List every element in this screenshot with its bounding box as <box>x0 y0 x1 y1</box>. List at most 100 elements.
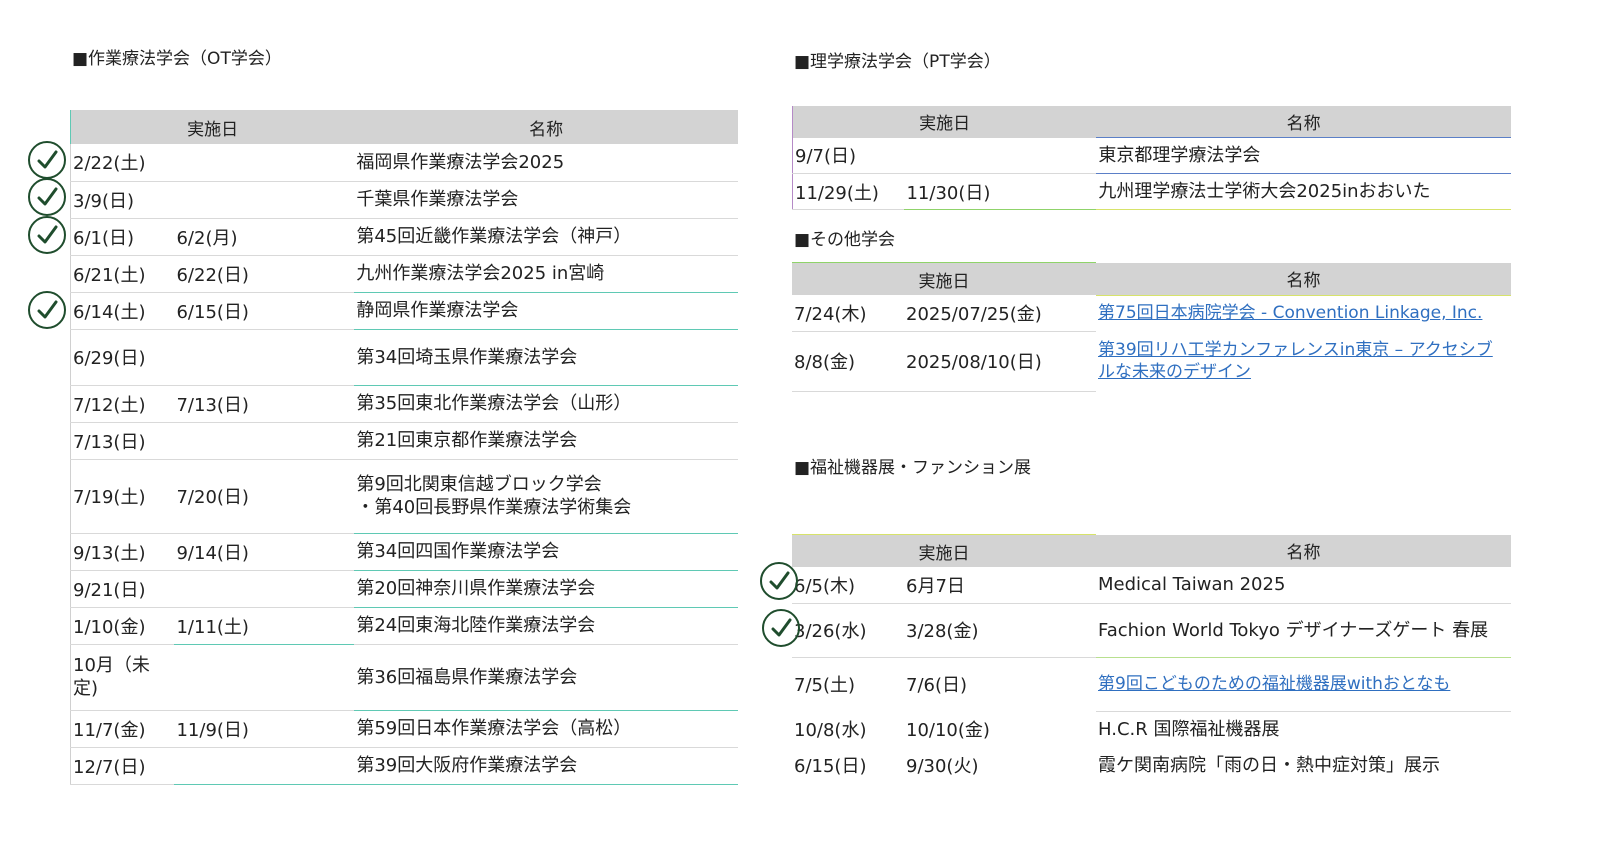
header-name: 名称 <box>354 110 738 144</box>
table-row: 11/29(土) 11/30(日) 九州理学療法士学術大会2025inおおいた <box>792 173 1511 210</box>
table-row: 9/21(日) 第20回神奈川県作業療法学会 <box>70 570 738 608</box>
start-date: 11/7(金) <box>70 710 175 748</box>
end-date <box>174 181 355 219</box>
end-date: 11/30(日) <box>904 173 1097 210</box>
end-date <box>904 137 1097 174</box>
event-name: 第34回埼玉県作業療法学会 <box>354 329 738 386</box>
end-date <box>174 570 355 608</box>
start-date: 7/13(日) <box>70 422 175 460</box>
event-link-line-1[interactable]: 第39回リハ工学カンファレンスin東京 – アクセシブ <box>1098 340 1493 360</box>
event-name: 第9回こどものための福祉機器展withおとなも <box>1096 657 1511 712</box>
header-date: 実施日 <box>792 106 1097 138</box>
end-date <box>174 144 355 182</box>
welfare-table: 実施日 名称 6/5(木) 6月7日 Medical Taiwan 2025 3… <box>792 534 1511 783</box>
start-date: 8/8(金) <box>792 331 904 392</box>
header-name: 名称 <box>1096 262 1511 296</box>
other-section-title: ■その他学会 <box>794 230 896 250</box>
start-date: 6/1(日) <box>70 218 175 256</box>
table-row: 11/7(金) 11/9(日) 第59回日本作業療法学会（高松） <box>70 710 738 748</box>
event-name: 第21回東京都作業療法学会 <box>354 422 738 460</box>
table-row: 9/7(日) 東京都理学療法学会 <box>792 137 1511 174</box>
end-date: 9/14(日) <box>174 533 355 571</box>
event-name-line-2: ・第40回長野県作業療法学術集会 <box>356 497 632 518</box>
welfare-section-title: ■福祉機器展・ファンション展 <box>794 458 1032 478</box>
end-date: 10/10(金) <box>906 720 990 741</box>
table-row: 6/5(木) 6月7日 Medical Taiwan 2025 <box>792 567 1511 604</box>
event-name: 九州理学療法士学術大会2025inおおいた <box>1096 173 1511 210</box>
event-link-line-2[interactable]: ルな未来のデザイン <box>1098 362 1251 382</box>
checkmark-circle-icon <box>760 562 798 600</box>
header-name: 名称 <box>1096 534 1511 567</box>
pt-table: 実施日 名称 9/7(日) 東京都理学療法学会 11/29(土) 11/30(日… <box>792 106 1511 210</box>
end-date: 11/9(日) <box>174 710 355 748</box>
event-name: 第59回日本作業療法学会（高松） <box>354 710 738 748</box>
start-date: 3/9(日) <box>70 181 175 219</box>
start-date: 10/8(水) <box>794 720 867 741</box>
event-name: Fachion World Tokyo デザイナーズゲート 春展 <box>1096 603 1511 658</box>
table-row: 10/8(水) 10/10(金) H.C.R 国際福祉機器展 <box>792 711 1511 747</box>
event-name: 第24回東海北陸作業療法学会 <box>354 607 738 645</box>
end-date: 1/11(土) <box>174 607 355 645</box>
event-name: 第45回近畿作業療法学会（神戸） <box>354 218 738 256</box>
event-name-line-1: 第9回北関東信越ブロック学会 <box>356 474 602 495</box>
table-row: 6/15(日) 9/30(火) 霞ケ関南病院「雨の日・熱中症対策」展示 <box>792 747 1511 783</box>
checkmark-circle-icon <box>28 178 66 216</box>
event-name: 第34回四国作業療法学会 <box>354 533 738 571</box>
header-date: 実施日 <box>70 110 355 144</box>
table-row: 8/8(金) 2025/08/10(日) 第39回リハ工学カンファレンスin東京… <box>792 331 1511 392</box>
event-name: 第39回リハ工学カンファレンスin東京 – アクセシブ ルな未来のデザイン <box>1096 331 1511 391</box>
event-link[interactable]: 第9回こどものための福祉機器展withおとなも <box>1098 674 1450 694</box>
end-date <box>174 422 355 460</box>
start-date: 7/24(木) <box>792 295 904 332</box>
start-date: 6/14(土) <box>70 292 175 330</box>
event-name: 第35回東北作業療法学会（山形） <box>354 385 738 423</box>
event-name: 第39回大阪府作業療法学会 <box>354 747 738 785</box>
table-row: 6/21(土) 6/22(日) 九州作業療法学会2025 in宮崎 <box>70 255 738 293</box>
start-date: 2/22(土) <box>70 144 175 182</box>
table-row: 1/10(金) 1/11(土) 第24回東海北陸作業療法学会 <box>70 607 738 645</box>
start-date: 6/5(木) <box>792 567 904 604</box>
table-row: 10月（未 定) 第36回福島県作業療法学会 <box>70 644 738 711</box>
table-row: 6/1(日) 6/2(月) 第45回近畿作業療法学会（神戸） <box>70 218 738 256</box>
table-row: 6/29(日) 第34回埼玉県作業療法学会 <box>70 329 738 386</box>
table-row: 7/24(木) 2025/07/25(金) 第75回日本病院学会 - Conve… <box>792 295 1511 332</box>
start-date-line-1: 10月（未 <box>73 655 150 676</box>
end-date: 2025/07/25(金) <box>904 295 1096 332</box>
start-date: 9/21(日) <box>70 570 175 608</box>
start-date: 11/29(土) <box>792 173 905 210</box>
event-name: 第75回日本病院学会 - Convention Linkage, Inc. <box>1096 295 1511 331</box>
table-row: 2/22(土) 福岡県作業療法学会2025 <box>70 144 738 182</box>
table-row: 7/13(日) 第21回東京都作業療法学会 <box>70 422 738 460</box>
event-name: 第36回福島県作業療法学会 <box>354 644 738 711</box>
end-date: 7/13(日) <box>174 385 355 423</box>
end-date: 9/30(火) <box>906 756 979 777</box>
start-date: 6/29(日) <box>70 329 175 386</box>
checkmark-circle-icon <box>28 216 66 254</box>
event-link[interactable]: 第39回リハ工学カンファレンスin東京 – アクセシブ ルな未来のデザイン <box>1098 340 1493 382</box>
header-date: 実施日 <box>792 262 1096 295</box>
start-date: 6/15(日) <box>794 756 867 777</box>
end-date: 6/15(日) <box>174 292 355 330</box>
end-date <box>174 644 355 711</box>
event-name: H.C.R 国際福祉機器展 <box>1098 718 1280 740</box>
event-name: 霞ケ関南病院「雨の日・熱中症対策」展示 <box>1098 754 1440 776</box>
ot-table: 実施日 名称 2/22(土) 福岡県作業療法学会2025 3/9(日) 千葉県作… <box>70 110 738 785</box>
end-date: 7/20(日) <box>174 459 355 534</box>
event-name: Medical Taiwan 2025 <box>1096 567 1511 604</box>
header-name: 名称 <box>1096 106 1511 138</box>
start-date: 1/10(金) <box>70 607 175 645</box>
end-date <box>174 329 355 386</box>
start-date: 3/26(水) <box>792 603 904 658</box>
event-name: 福岡県作業療法学会2025 <box>354 144 738 182</box>
end-date: 3/28(金) <box>904 603 1096 658</box>
table-row: 9/13(土) 9/14(日) 第34回四国作業療法学会 <box>70 533 738 571</box>
event-name: 東京都理学療法学会 <box>1096 137 1511 174</box>
event-link[interactable]: 第75回日本病院学会 - Convention Linkage, Inc. <box>1098 303 1482 323</box>
end-date: 6月7日 <box>904 567 1096 604</box>
start-date: 9/7(日) <box>792 137 905 174</box>
start-date: 9/13(土) <box>70 533 175 571</box>
checkmark-circle-icon <box>28 141 66 179</box>
end-date <box>174 747 355 785</box>
event-name: 静岡県作業療法学会 <box>354 292 738 330</box>
end-date: 7/6(日) <box>906 675 968 697</box>
